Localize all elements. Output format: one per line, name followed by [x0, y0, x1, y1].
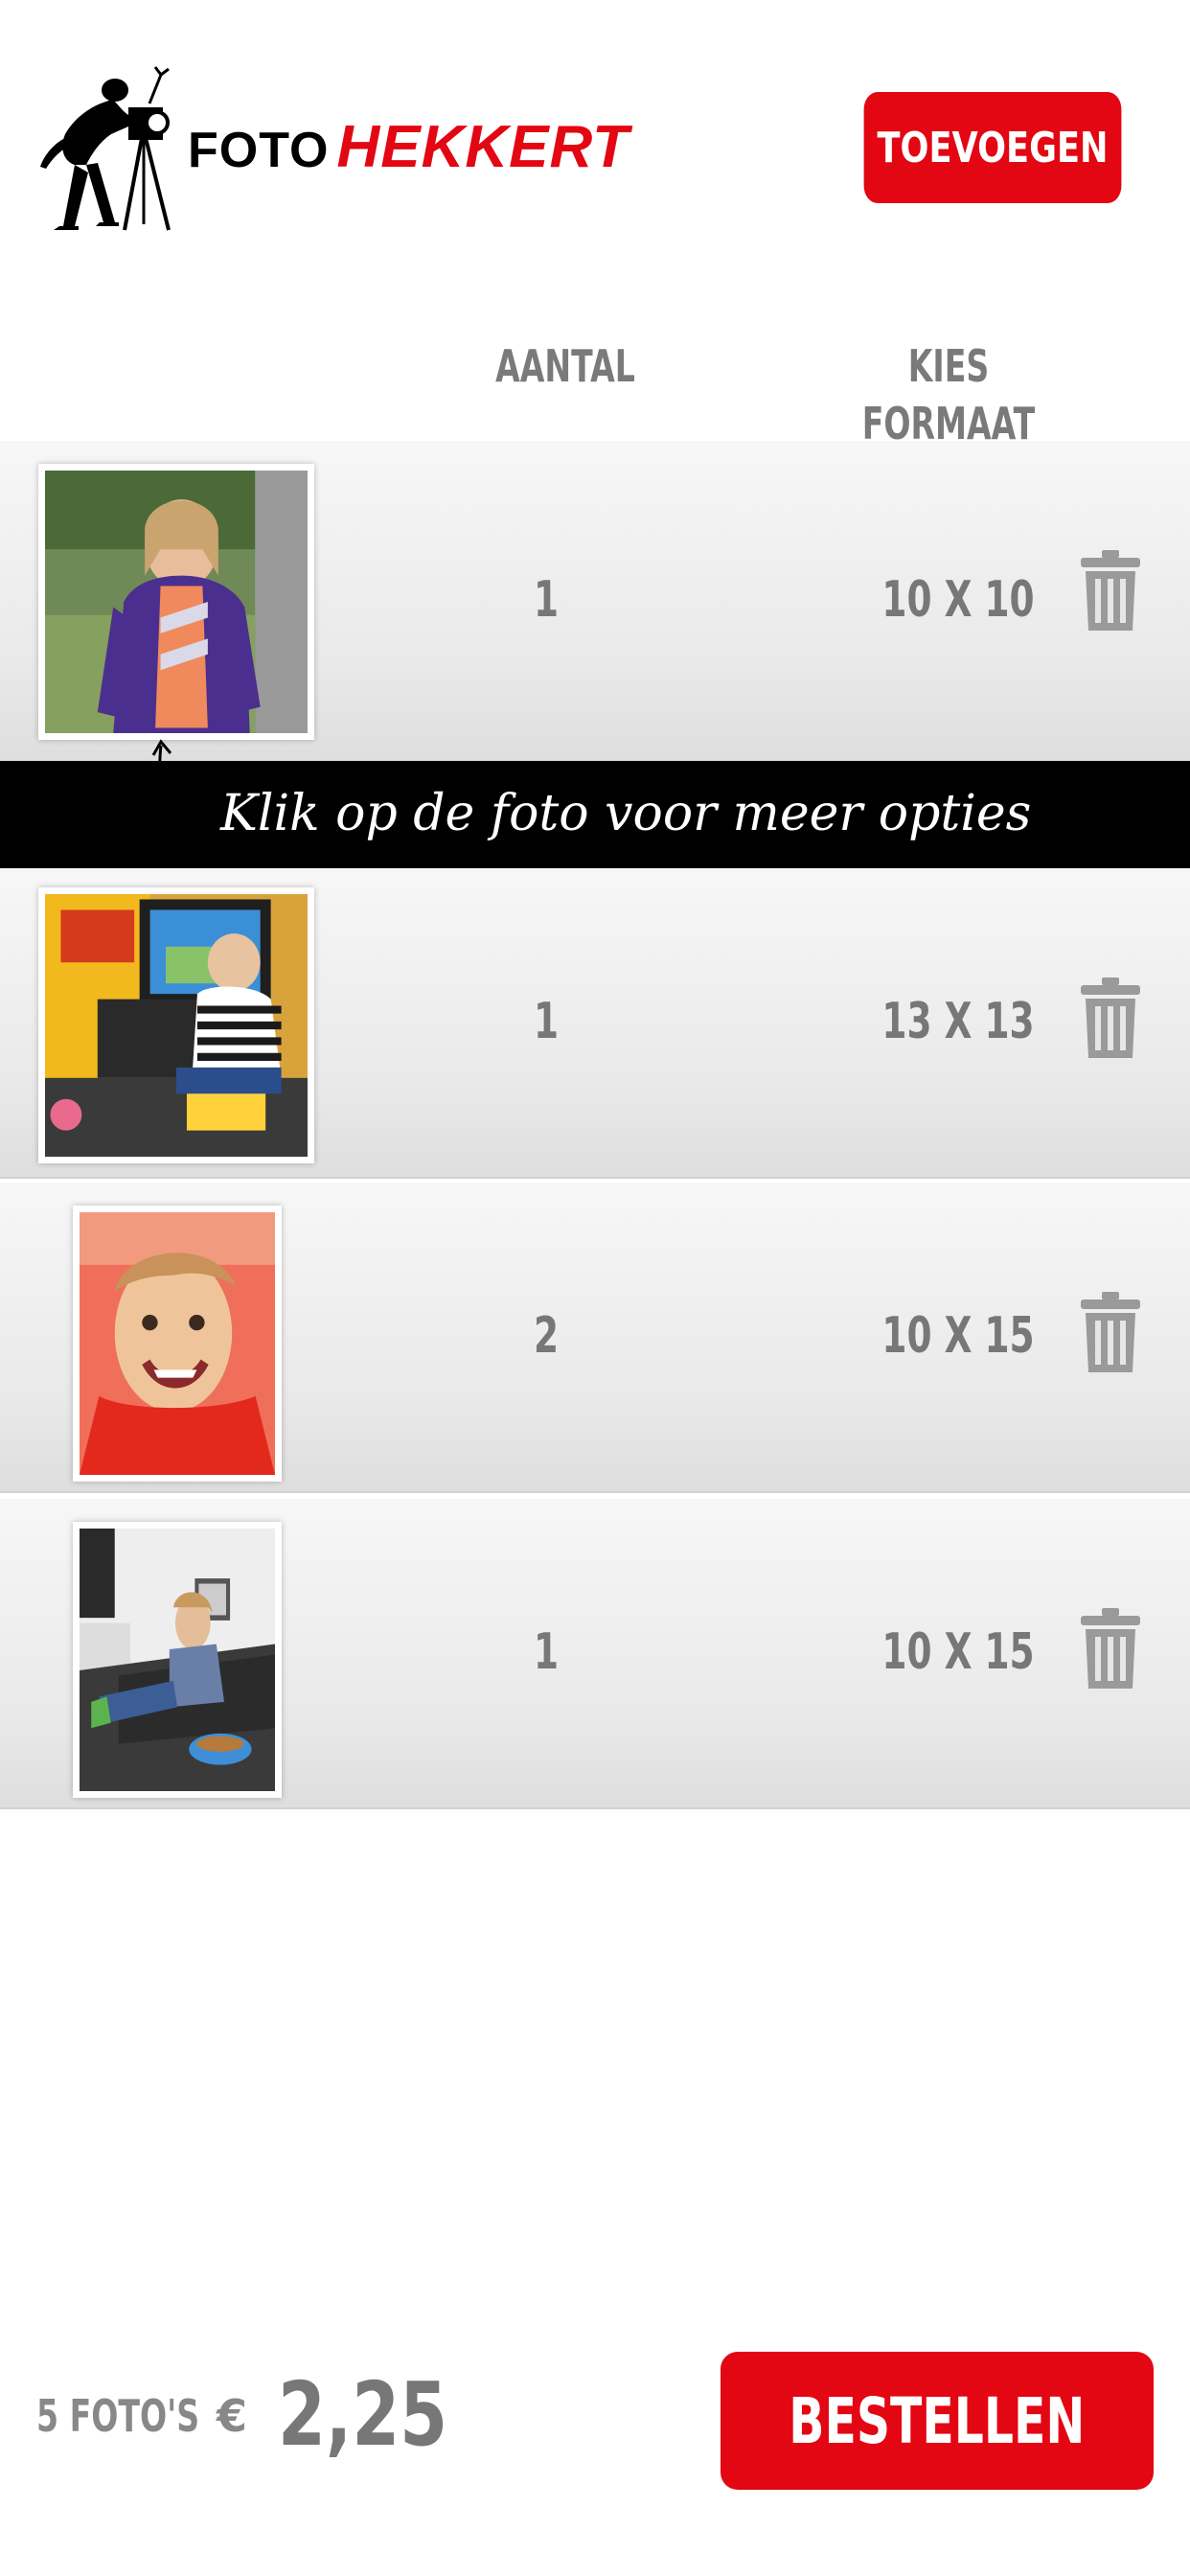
format-value[interactable]: 10 X 15 [876, 1307, 1041, 1365]
order-total: 2,25 [278, 2363, 448, 2466]
quantity-value[interactable]: 1 [477, 571, 615, 629]
curved-arrow-icon [151, 739, 183, 822]
photo-row: 1 10 X 15 [0, 1499, 1190, 1809]
brand-name-foto: FOTO [188, 123, 330, 178]
brand-name-hekkert: HEKKERT [336, 114, 630, 180]
add-photos-button[interactable]: TOEVOEGEN [863, 92, 1122, 203]
format-value[interactable]: 10 X 10 [876, 571, 1041, 629]
child-red-shirt-photo[interactable] [73, 1206, 282, 1482]
format-value[interactable]: 10 X 15 [876, 1623, 1041, 1681]
photographer-logo-icon [40, 66, 171, 231]
girl-purple-jacket-photo[interactable] [38, 464, 314, 740]
add-photos-button-label: TOEVOEGEN [877, 123, 1109, 172]
format-value[interactable]: 13 X 13 [876, 993, 1041, 1050]
trash-icon[interactable] [1081, 1608, 1140, 1689]
column-header-format: KIES FORMAAT [861, 340, 1036, 449]
brand-name: FOTO HEKKERT [188, 113, 629, 181]
trash-icon[interactable] [1081, 550, 1140, 631]
photo-row: 1 13 X 13 [0, 868, 1190, 1179]
trash-icon[interactable] [1081, 978, 1140, 1058]
boy-sofa-tablet-photo[interactable] [73, 1522, 282, 1798]
order-button[interactable]: BESTELLEN [721, 2352, 1154, 2490]
boy-arcade-game-photo[interactable] [38, 887, 314, 1163]
quantity-value[interactable]: 1 [477, 1623, 615, 1681]
quantity-value[interactable]: 1 [477, 993, 615, 1050]
photo-count: 5 FOTO'S [36, 2390, 200, 2442]
brand-logo: FOTO HEKKERT [36, 61, 630, 234]
photo-row: 2 10 X 15 [0, 1183, 1190, 1493]
hint-text: Klik op de foto voor meer opties [220, 785, 1032, 842]
column-header-quantity: AANTAL [495, 340, 635, 392]
order-button-label: BESTELLEN [789, 2383, 1086, 2458]
trash-icon[interactable] [1081, 1292, 1140, 1372]
quantity-value[interactable]: 2 [477, 1307, 615, 1365]
photo-row: 1 10 X 10 [0, 441, 1190, 763]
currency-symbol: € [217, 2390, 248, 2442]
